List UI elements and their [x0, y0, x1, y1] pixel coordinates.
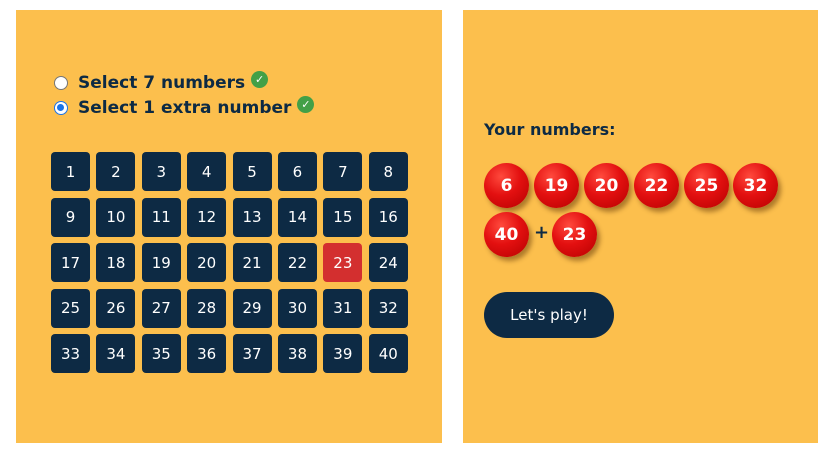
number-cell[interactable]: 27: [141, 288, 181, 328]
number-cell[interactable]: 15: [323, 197, 363, 237]
number-cell[interactable]: 25: [51, 288, 90, 328]
number-cell[interactable]: 14: [277, 197, 317, 237]
number-picker-panel: Select 7 numbers ✓ Select 1 extra number…: [16, 10, 442, 443]
play-button[interactable]: Let's play!: [484, 292, 614, 338]
number-cell[interactable]: 23: [323, 243, 363, 283]
number-cell[interactable]: 20: [187, 243, 227, 283]
number-grid: 1 2 3 4 5 6 7 8 9 10 11 12 13 14 15 16 17 18 19 20 21 22 23 24 2…: [51, 152, 408, 374]
number-cell[interactable]: 24: [368, 243, 408, 283]
mode-select-7[interactable]: Select 7 numbers ✓: [54, 70, 269, 93]
number-cell[interactable]: 38: [277, 334, 317, 374]
number-cell[interactable]: 3: [141, 152, 181, 191]
number-cell[interactable]: 35: [141, 334, 181, 374]
number-ball: 6: [484, 163, 529, 208]
number-cell[interactable]: 33: [51, 334, 90, 374]
number-ball: 25: [684, 163, 729, 208]
number-ball: 22: [634, 163, 679, 208]
number-cell[interactable]: 16: [368, 197, 408, 237]
radio-select-extra[interactable]: [54, 101, 68, 115]
number-cell[interactable]: 40: [368, 334, 408, 374]
number-ball: 19: [534, 163, 579, 208]
number-cell[interactable]: 32: [368, 288, 408, 328]
number-cell[interactable]: 22: [277, 243, 317, 283]
your-numbers-label: Your numbers:: [484, 120, 616, 139]
number-cell[interactable]: 4: [187, 152, 227, 191]
number-cell[interactable]: 37: [232, 334, 272, 374]
plus-sign: +: [534, 222, 550, 243]
radio-select-7[interactable]: [54, 76, 68, 90]
check-circle-icon: ✓: [297, 95, 315, 113]
number-cell[interactable]: 7: [323, 152, 363, 191]
number-cell[interactable]: 13: [232, 197, 272, 237]
number-cell[interactable]: 9: [51, 197, 90, 237]
mode-label-select-7: Select 7 numbers: [78, 73, 246, 93]
number-ball: 20: [584, 163, 629, 208]
number-cell[interactable]: 17: [51, 243, 90, 283]
number-cell[interactable]: 39: [323, 334, 363, 374]
number-cell[interactable]: 36: [187, 334, 227, 374]
extra-number-ball: 23: [552, 212, 597, 257]
check-circle-icon: ✓: [251, 70, 269, 88]
number-cell[interactable]: 31: [323, 288, 363, 328]
number-cell[interactable]: 34: [96, 334, 136, 374]
summary-panel: Your numbers: 6 19 20 22 25 32 40 23 + Let's pl…: [463, 10, 818, 443]
mode-select-extra[interactable]: Select 1 extra number ✓: [54, 95, 315, 118]
number-cell[interactable]: 8: [368, 152, 408, 191]
number-cell[interactable]: 11: [141, 197, 181, 237]
number-cell[interactable]: 2: [96, 152, 136, 191]
number-cell[interactable]: 10: [96, 197, 136, 237]
number-ball: 32: [733, 163, 778, 208]
number-cell[interactable]: 30: [277, 288, 317, 328]
number-cell[interactable]: 12: [187, 197, 227, 237]
number-cell[interactable]: 26: [96, 288, 136, 328]
number-cell[interactable]: 29: [232, 288, 272, 328]
number-cell[interactable]: 28: [187, 288, 227, 328]
number-cell[interactable]: 6: [277, 152, 317, 191]
number-cell[interactable]: 1: [51, 152, 90, 191]
number-cell[interactable]: 18: [96, 243, 136, 283]
number-cell[interactable]: 5: [232, 152, 272, 191]
mode-label-select-extra: Select 1 extra number: [78, 98, 292, 118]
number-cell[interactable]: 21: [232, 243, 272, 283]
number-cell[interactable]: 19: [141, 243, 181, 283]
number-ball: 40: [484, 212, 529, 257]
